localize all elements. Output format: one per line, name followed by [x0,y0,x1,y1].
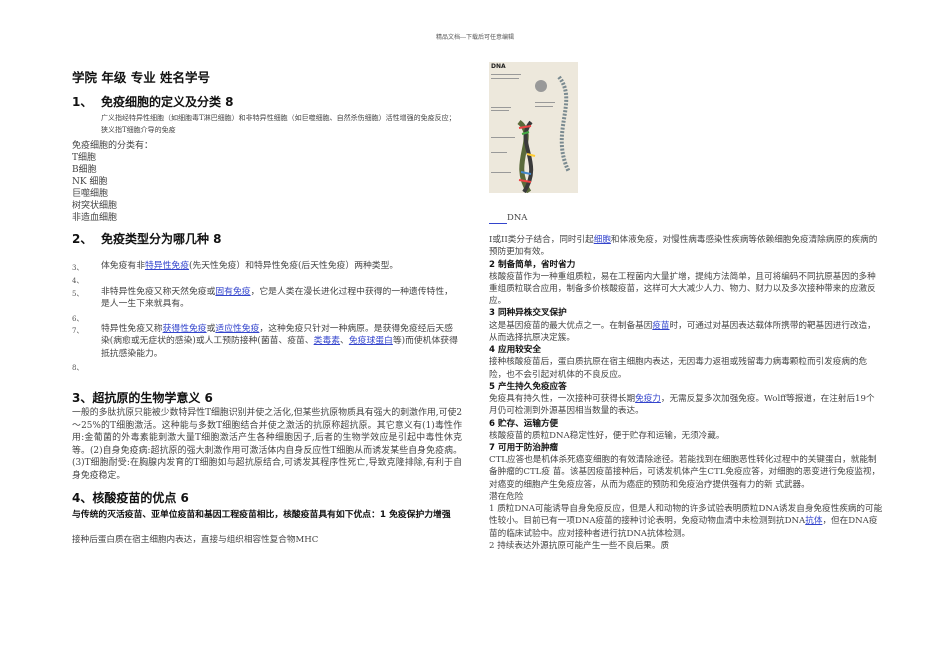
superantigen-text: 一般的多肽抗原只能被少数特异性T细胞识别并使之活化,但某些抗原物质具有强大的刺激… [72,408,462,481]
list-item: 特异性免疫又称获得性免疫或适应性免疫，这种免疫只针对一种病原。是获得免疫经后天感… [101,324,458,359]
section-4-text: 接种后蛋白质在宿主细胞内表达，直接与组织相容性复合物MHC [72,535,319,545]
advantage-7-heading: 7 可用于防治肿瘤 [489,443,559,454]
immune-cell-definition: 广义指经特异性细胞（如细胞毒T淋巴细胞）和非特异性细胞（如巨噬细胞、自然杀伤细胞… [101,114,456,134]
advantage-3-heading: 3 同种异株交叉保护 [489,308,567,319]
list-number: 3、 [72,264,84,272]
list-number: 6、 [72,315,84,323]
link-immunoglobulin[interactable]: 免疫球蛋白 [349,336,393,346]
caption-link-line[interactable] [489,223,507,225]
classification-label: 免疫细胞的分类有： [72,141,154,151]
paragraph: I或II类分子结合，同时引起细胞和体液免疫，对慢性病毒感染性疾病等依赖细胞免疫清… [489,235,878,258]
section-4-intro: 与传统的灭活疫苗、亚单位疫苗和基因工程疫苗相比，核酸疫苗具有如下优点：1 免疫保… [72,510,451,520]
section-1-title: 免疫细胞的定义及分类 8 [101,95,234,109]
paragraph: 免疫具有持久性，一次接种可获得长期免疫力，无需反复多次加强免疫。Wolff等报道… [489,394,875,417]
section-1-number: 1、 [72,95,93,109]
dna-image: DNA [489,62,578,193]
paragraph: CTL应答也是机体杀死癌变细胞的有效清除途径。若能找到在细胞恶性转化过程中的关键… [489,455,881,490]
link-immunity[interactable]: 免疫力 [635,394,661,404]
section-3-title: 3、超抗原的生物学意义 6 [72,391,213,405]
right-column-text: I或II类分子结合，同时引起细胞和体液免疫，对慢性病毒感染性疾病等依赖细胞免疫清… [489,234,883,552]
list-number: 8、 [72,364,84,372]
link-vaccine[interactable]: 疫苗 [652,321,669,331]
cell-item: 非造血细胞 [72,213,118,224]
paragraph: 核酸疫苗的质粒DNA稳定性好，便于贮存和运输，无须冷藏。 [489,430,725,441]
link-adaptive-immunity[interactable]: 适应性免疫 [215,324,259,334]
advantage-6-heading: 6 贮存、运输方便 [489,418,559,429]
paragraph: 这是基因疫苗的最大优点之一。在制备基因疫苗时，可通过对基因表达载体所携带的靶基因… [489,320,876,343]
cell-item: 树突状细胞 [72,201,118,212]
link-antibody[interactable]: 抗体 [805,516,822,526]
section-4-title: 4、核酸疫苗的优点 6 [72,491,189,505]
section-2-title: 免疫类型分为哪几种 8 [101,232,222,246]
cell-item: NK 细胞 [72,177,108,188]
page-header: 精品文档---下载后可任意编辑 [435,34,515,41]
paragraph: 核酸疫苗作为一种重组质粒，易在工程菌内大量扩增，提纯方法简单，且可将编码不同抗原… [489,271,876,307]
cell-item: B细胞 [72,165,97,176]
dna-caption: DNA [489,212,527,225]
advantage-5-heading: 5 产生持久免疫应答 [489,381,567,392]
list-number: 5、 [72,290,84,298]
paragraph: 2 持续表达外源抗原可能产生一些不良后果。质 [489,540,670,551]
link-toxoid[interactable]: 类毒素 [314,336,340,346]
advantage-4-heading: 4 应用较安全 [489,345,541,356]
paragraph: 接种核酸疫苗后，蛋白质抗原在宿主细胞内表达，无因毒力返祖或残留毒力病毒颗粒而引发… [489,357,868,380]
list-number: 4、 [72,277,84,285]
link-acquired-immunity[interactable]: 获得性免疫 [163,324,207,334]
link-inherent-immunity[interactable]: 固有免疫 [215,287,250,297]
cell-item: T细胞 [72,153,97,163]
dna-helix-icon [491,74,571,193]
list-item: 非特异性免疫又称天然免疫或固有免疫，它是人类在漫长进化过程中获得的一种遗传特性，… [101,287,453,310]
list-item: 体免疫有非特异性免疫(先天性免疫）和特异性免疫(后天性免疫）两种类型。 [101,261,399,271]
document-title: 学院 年级 专业 姓名学号 [72,70,211,85]
advantage-2-heading: 2 制备简单，省时省力 [489,259,576,270]
link-innate-immunity[interactable]: 特异性免疫 [145,261,189,271]
link-cell[interactable]: 细胞 [594,235,611,245]
paragraph: 1 质粒DNA可能诱导自身免疫反应，但是人和动物的许多试验表明质粒DNA诱发自身… [489,504,883,539]
cell-list: T细胞 B细胞 NK 细胞 巨噬细胞 树突状细胞 非造血细胞 [72,152,117,225]
cell-item: 巨噬细胞 [72,189,109,200]
section-2-number: 2、 [72,232,93,246]
list-number: 7、 [72,327,84,335]
risk-heading: 潜在危险 [489,491,524,502]
